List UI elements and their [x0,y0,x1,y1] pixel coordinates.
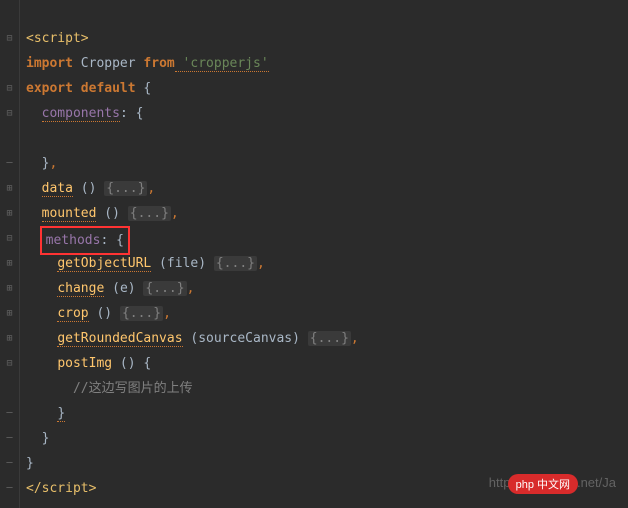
components-prop: components [42,106,120,122]
methods-prop: methods [46,233,101,248]
fold-icon[interactable]: ⊞ [0,201,19,226]
brace: } [26,456,34,471]
fold-icon [0,51,19,76]
brace: { [128,106,144,121]
code-editor[interactable]: ⊟ ⊟ ⊟ ─ ⊞ ⊞ ⊟ ⊞ ⊞ ⊞ ⊞ ⊟ ─ ─ ─ ─ <script>… [0,0,628,508]
fold-icon[interactable]: ⊟ [0,26,19,51]
php-badge: php 中文网 [508,474,578,494]
code-line: methods: { [26,226,359,251]
data-method: data [42,181,73,197]
fold-icon[interactable]: ⊟ [0,351,19,376]
code-line: data () {...}, [26,176,359,201]
export-keyword: export [26,81,73,96]
import-keyword: import [26,56,73,71]
fold-placeholder[interactable]: {...} [214,256,257,271]
code-line: postImg () { [26,351,359,376]
fold-icon[interactable]: ⊞ [0,176,19,201]
fold-placeholder[interactable]: {...} [128,206,171,221]
comma: , [147,181,155,196]
fold-placeholder[interactable]: {...} [120,306,163,321]
param-sourcecanvas: sourceCanvas [198,331,292,346]
code-line: crop () {...}, [26,301,359,326]
change-method: change [57,281,104,297]
paren: ) [292,331,308,346]
fold-icon[interactable]: ─ [0,476,19,501]
script-tag-close: </script> [26,481,96,496]
fold-icon[interactable]: ─ [0,401,19,426]
default-keyword: default [73,81,136,96]
code-line: </script> [26,476,359,501]
comma: , [187,281,195,296]
code-line: getObjectURL (file) {...}, [26,251,359,276]
code-line: } [26,401,359,426]
paren: ) [128,281,144,296]
from-keyword: from [143,56,174,71]
param-e: e [120,281,128,296]
comma: , [49,156,57,171]
code-line: //这边写图片的上传 [26,376,359,401]
colon: : [120,106,128,121]
parens: () [73,181,104,196]
fold-icon[interactable]: ⊞ [0,251,19,276]
comment: //这边写图片的上传 [73,381,193,396]
parens: () [89,306,120,321]
fold-icon[interactable]: ⊟ [0,101,19,126]
brace: } [57,406,65,422]
code-area[interactable]: <script> import Cropper from 'cropperjs'… [20,0,359,508]
comma: , [351,331,359,346]
code-line [26,126,359,151]
code-line: } [26,426,359,451]
fold-placeholder[interactable]: {...} [308,331,351,346]
brace: { [108,233,124,248]
param-file: file [167,256,198,271]
fold-icon[interactable]: ⊟ [0,226,19,251]
paren: ( [183,331,199,346]
script-tag-open: <script> [26,31,89,46]
fold-gutter: ⊟ ⊟ ⊟ ─ ⊞ ⊞ ⊟ ⊞ ⊞ ⊞ ⊞ ⊟ ─ ─ ─ ─ [0,0,20,508]
postimg-method: postImg [57,356,112,371]
comma: , [171,206,179,221]
code-line: change (e) {...}, [26,276,359,301]
crop-method: crop [57,306,88,322]
fold-placeholder[interactable]: {...} [143,281,186,296]
code-line: mounted () {...}, [26,201,359,226]
fold-icon[interactable]: ─ [0,426,19,451]
import-string: 'cropperjs' [175,56,269,72]
getobjecturl-method: getObjectURL [57,256,151,272]
fold-icon [0,376,19,401]
brace: } [42,431,50,446]
code-line: }, [26,151,359,176]
paren: ( [151,256,167,271]
code-line: getRoundedCanvas (sourceCanvas) {...}, [26,326,359,351]
fold-icon[interactable]: ⊟ [0,76,19,101]
code-line: export default { [26,76,359,101]
brace: { [136,81,152,96]
mounted-method: mounted [42,206,97,222]
comma: , [163,306,171,321]
import-name: Cropper [73,56,143,71]
fold-icon[interactable]: ─ [0,451,19,476]
fold-icon[interactable]: ─ [0,151,19,176]
parens: () [96,206,127,221]
paren: ) [198,256,214,271]
getroundedcanvas-method: getRoundedCanvas [57,331,182,347]
paren: ( [104,281,120,296]
code-line: import Cropper from 'cropperjs' [26,51,359,76]
fold-icon[interactable]: ⊞ [0,326,19,351]
fold-icon[interactable]: ⊞ [0,301,19,326]
fold-icon [0,126,19,151]
parens-brace: () { [112,356,151,371]
fold-placeholder[interactable]: {...} [104,181,147,196]
code-line: components: { [26,101,359,126]
comma: , [257,256,265,271]
code-line: } [26,451,359,476]
fold-icon[interactable]: ⊞ [0,276,19,301]
code-line: <script> [26,26,359,51]
